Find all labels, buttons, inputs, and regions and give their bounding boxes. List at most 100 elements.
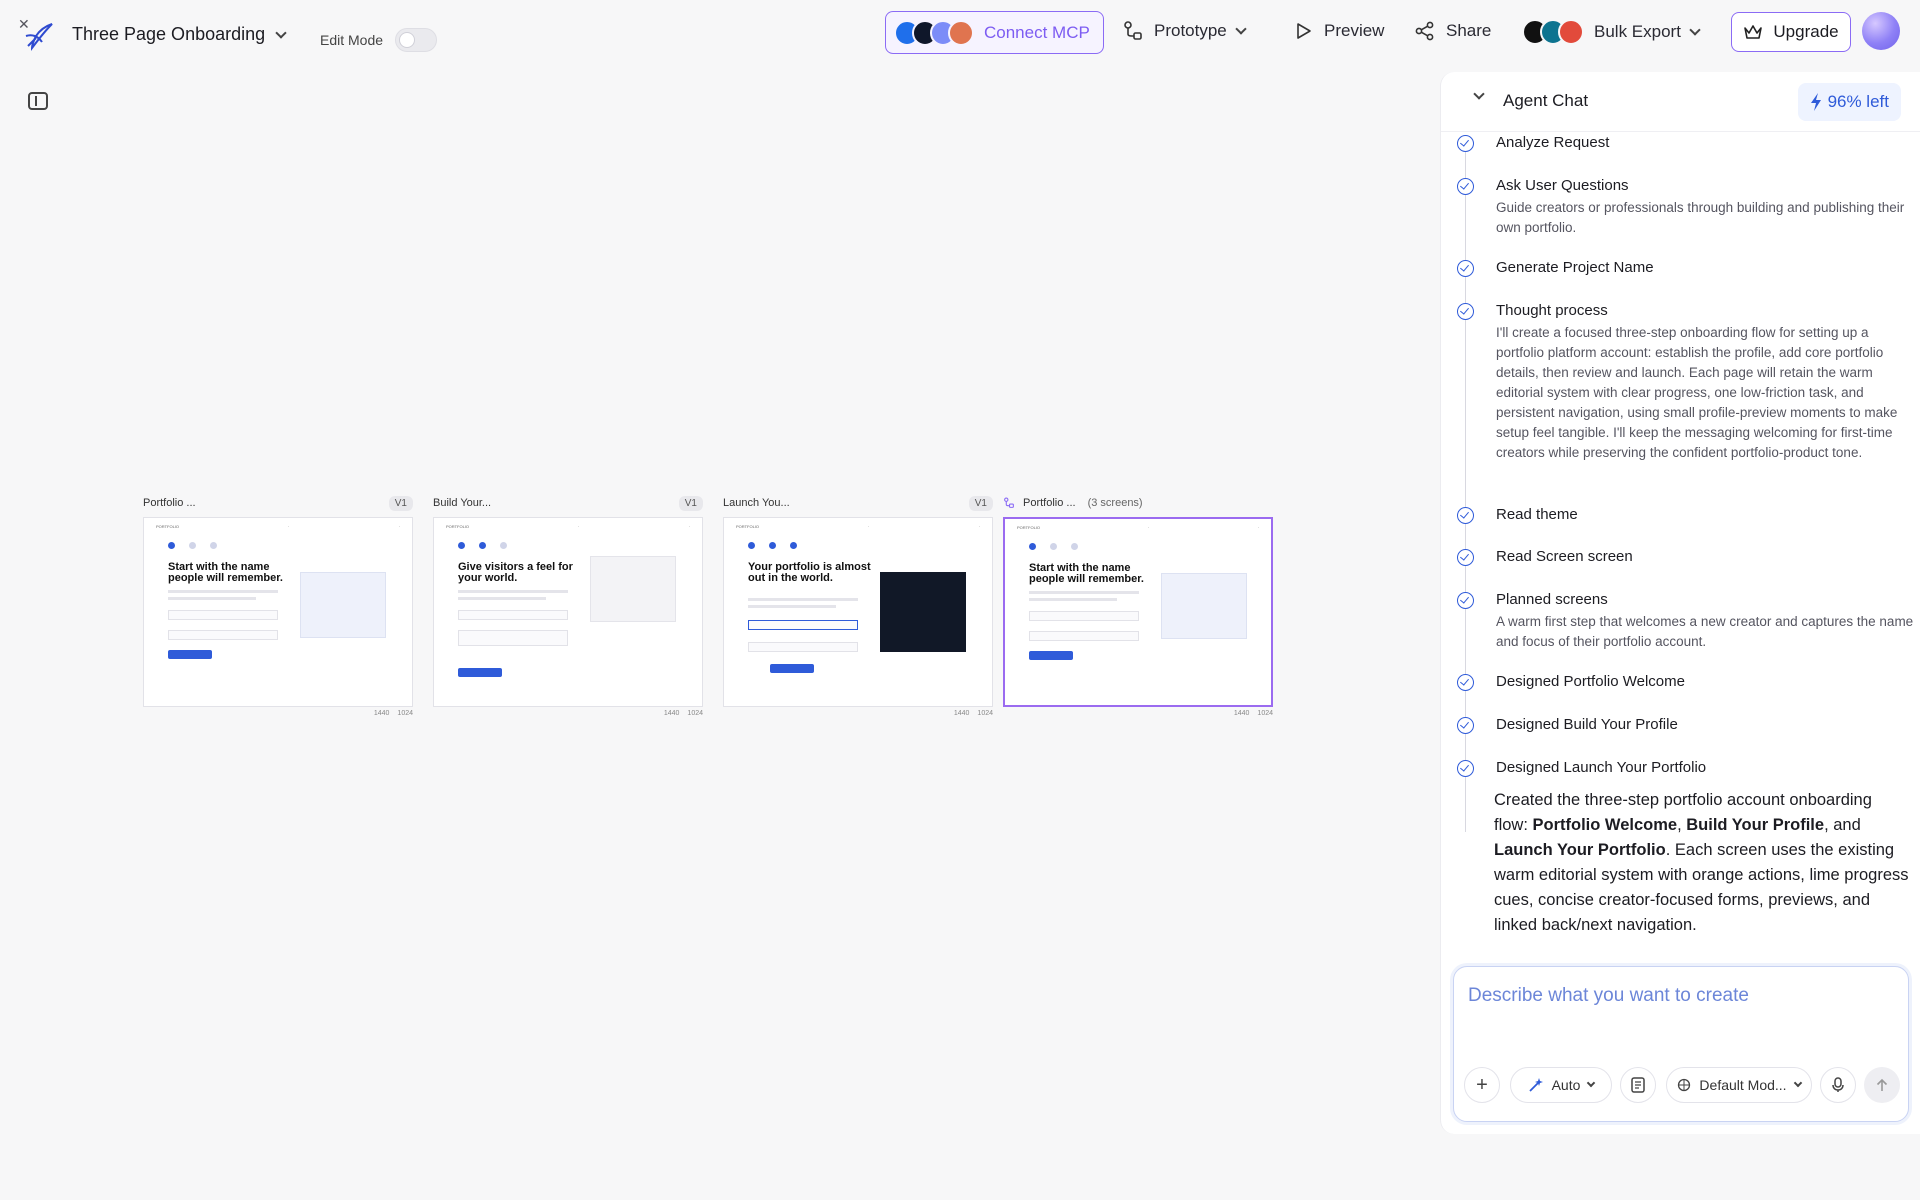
- prototype-dropdown[interactable]: Prototype: [1122, 20, 1247, 42]
- lightning-icon: [1810, 93, 1821, 111]
- mini-text: [458, 590, 568, 604]
- frame-heading: Start with the name people will remember…: [1029, 562, 1144, 585]
- connect-mcp-button[interactable]: Connect MCP: [885, 11, 1104, 54]
- mode-dropdown[interactable]: Auto: [1510, 1067, 1612, 1103]
- frame-thumbnail[interactable]: PORTFOLIO · · Give visitors a feel for you…: [433, 517, 703, 707]
- frame-dimensions: 1440 1024: [143, 710, 413, 722]
- edit-mode-toggle[interactable]: [395, 28, 438, 52]
- frame-height: 1024: [687, 710, 703, 717]
- chat-header: Agent Chat 96% left: [1441, 72, 1920, 132]
- context-document-button[interactable]: [1620, 1067, 1656, 1103]
- screen-frame-launch-your-portfolio[interactable]: Launch You... V1 PORTFOLIO · · Your portfo…: [723, 493, 993, 722]
- model-dropdown[interactable]: Default Mod...: [1666, 1067, 1812, 1103]
- chevron-down-icon: [1689, 24, 1701, 36]
- mini-preview-panel: [1161, 573, 1247, 639]
- check-circle-icon: [1457, 760, 1474, 777]
- mini-text: [1029, 591, 1139, 605]
- prompt-input[interactable]: [1468, 985, 1888, 1007]
- preview-button[interactable]: Preview: [1292, 20, 1384, 42]
- mini-progress: [1029, 543, 1078, 550]
- frame-header: Portfolio ... V1: [143, 493, 413, 513]
- magic-wand-icon: [1528, 1078, 1543, 1092]
- screen-frame-build-your-profile[interactable]: Build Your... V1 PORTFOLIO · · Give visito…: [433, 493, 703, 722]
- mini-progress: [748, 542, 797, 549]
- mini-preview-panel: [300, 572, 386, 638]
- frame-dimensions: 1440 1024: [433, 710, 703, 722]
- frame-height: 1024: [1257, 710, 1273, 717]
- frame-width: 1440: [1233, 710, 1250, 717]
- user-avatar[interactable]: [1862, 12, 1900, 50]
- microphone-button[interactable]: [1820, 1067, 1856, 1103]
- upgrade-label: Upgrade: [1773, 22, 1839, 41]
- step-item: Generate Project Name: [1457, 259, 1916, 277]
- mini-field: [1029, 631, 1139, 641]
- top-bar: ✕ Three Page Onboarding Edit Mode Connec…: [0, 0, 1920, 66]
- step-item: Ask User Questions Guide creators or pro…: [1457, 177, 1916, 238]
- summary-screen-2: Build Your Profile: [1686, 816, 1825, 834]
- mini-text: [748, 598, 858, 612]
- summary-screen-1: Portfolio Welcome: [1532, 816, 1678, 834]
- mini-progress: [168, 542, 217, 549]
- agent-summary-message: Created the three-step portfolio account…: [1494, 788, 1909, 938]
- chat-title: Agent Chat: [1503, 91, 1589, 110]
- frame-heading: Give visitors a feel for your world.: [458, 561, 573, 584]
- upgrade-button[interactable]: Upgrade: [1731, 12, 1851, 52]
- step-title: Designed Build Your Profile: [1496, 716, 1678, 733]
- chevron-down-icon: [1793, 1078, 1802, 1088]
- frame-name: Portfolio ...: [143, 497, 196, 509]
- frame-thumbnail[interactable]: PORTFOLIO · · Your portfolio is almost out…: [723, 517, 993, 707]
- prototype-flow-icon: [1004, 497, 1014, 508]
- bulk-export-dropdown[interactable]: Bulk Export: [1522, 19, 1701, 45]
- screen-frame-flow-group[interactable]: Portfolio ... (3 screens) PORTFOLIO · · St…: [1003, 493, 1273, 722]
- app-logo-icon[interactable]: [22, 18, 56, 52]
- mcp-icon-4: [948, 19, 974, 46]
- frame-header: Build Your... V1: [433, 493, 703, 513]
- mini-nav: PORTFOLIO · ·: [1017, 525, 1259, 530]
- mini-field: [458, 630, 568, 646]
- frame-height: 1024: [397, 710, 413, 717]
- step-title: Designed Portfolio Welcome: [1496, 673, 1685, 690]
- share-label: Share: [1446, 21, 1492, 40]
- mini-field: [1029, 611, 1139, 621]
- step-title: Read Screen screen: [1496, 548, 1633, 565]
- sidebar-toggle-icon[interactable]: [28, 92, 48, 110]
- collapse-chat-icon[interactable]: [1473, 88, 1485, 100]
- step-description: A warm first step that welcomes a new cr…: [1496, 614, 1914, 649]
- step-item: Designed Launch Your Portfolio: [1457, 759, 1916, 777]
- connect-mcp-label: Connect MCP: [984, 22, 1090, 42]
- step-title: Read theme: [1496, 506, 1578, 523]
- mcp-integrations-icons: [894, 19, 974, 46]
- frame-thumbnail[interactable]: PORTFOLIO · · Start with the name people w…: [1003, 517, 1273, 707]
- check-circle-icon: [1457, 303, 1474, 320]
- edit-mode-label: Edit Mode: [320, 32, 384, 48]
- mini-cta: [168, 650, 212, 659]
- play-icon: [1297, 23, 1311, 39]
- step-description: I'll create a focused three-step onboard…: [1496, 325, 1898, 460]
- plus-icon: +: [1476, 1073, 1488, 1096]
- check-circle-icon: [1457, 549, 1474, 566]
- toggle-knob: [399, 32, 416, 48]
- credits-badge[interactable]: 96% left: [1797, 83, 1901, 121]
- frame-thumbnail[interactable]: PORTFOLIO · · Start with the name people w…: [143, 517, 413, 707]
- step-title: Designed Launch Your Portfolio: [1496, 759, 1707, 776]
- send-button[interactable]: [1864, 1067, 1900, 1103]
- check-circle-icon: [1457, 178, 1474, 195]
- frame-height: 1024: [977, 710, 993, 717]
- mini-cta: [1029, 651, 1073, 660]
- share-button[interactable]: Share: [1414, 20, 1491, 42]
- chevron-down-icon: [275, 26, 287, 39]
- add-attachment-button[interactable]: +: [1464, 1067, 1500, 1103]
- check-circle-icon: [1457, 717, 1474, 734]
- mini-nav: PORTFOLIO · ·: [736, 524, 980, 529]
- app-window: ✕ Three Page Onboarding Edit Mode Connec…: [0, 0, 1920, 1200]
- mini-field: [748, 620, 858, 630]
- step-title: Analyze Request: [1496, 134, 1610, 151]
- mode-label: Auto: [1551, 1077, 1581, 1093]
- project-title-dropdown[interactable]: Three Page Onboarding: [72, 24, 287, 45]
- step-title: Ask User Questions: [1496, 177, 1629, 194]
- mini-field: [168, 630, 278, 640]
- screen-frame-portfolio-welcome[interactable]: Portfolio ... V1 PORTFOLIO · · Start with …: [143, 493, 413, 722]
- check-circle-icon: [1457, 592, 1474, 609]
- frame-dimensions: 1440 1024: [1003, 710, 1273, 722]
- check-circle-icon: [1457, 507, 1474, 524]
